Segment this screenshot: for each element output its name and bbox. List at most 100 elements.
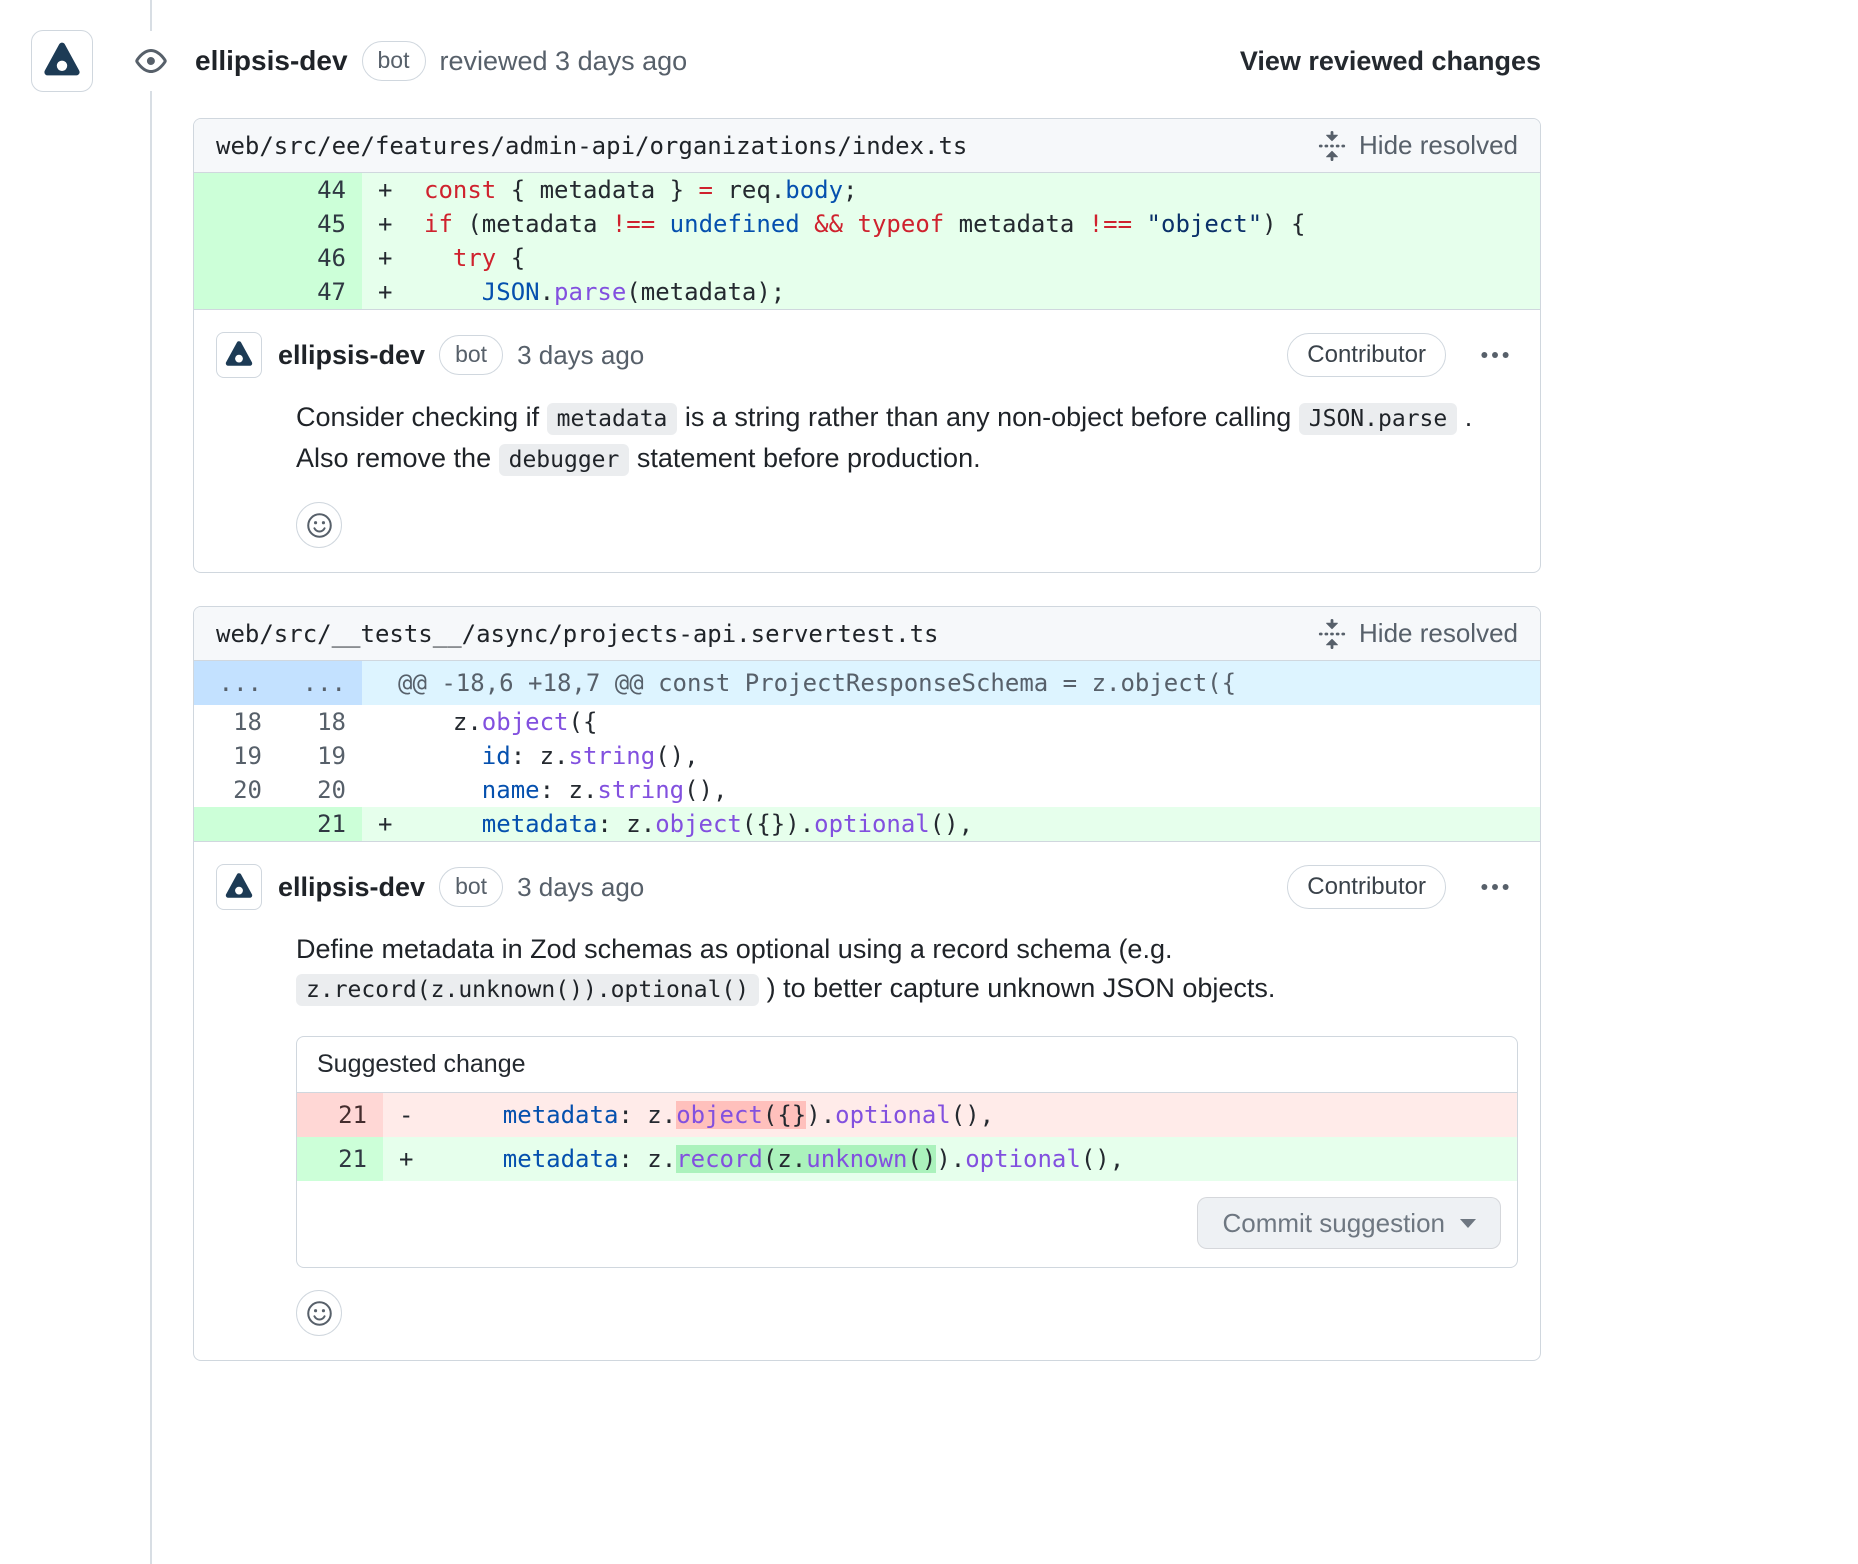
line-number: 21 [297,1137,383,1181]
diff-sign: - [383,1093,445,1137]
suggestion-title: Suggested change [297,1037,1517,1093]
smiley-icon [306,512,333,539]
diff-table: 44+const { metadata } = req.body;45+if (… [194,173,1540,309]
timeline-line [150,0,152,1564]
code-line: name: z.string(), [362,773,1540,807]
code-line: z.object({ [362,705,1540,739]
diff-line-add: 45+if (metadata !== undefined && typeof … [194,207,1540,241]
line-number: 21 [297,1093,383,1137]
file-header: web/src/ee/features/admin-api/organizati… [194,119,1540,173]
diff-line-add: 21+ metadata: z.object({}).optional(), [194,807,1540,841]
diff-sign: + [383,1137,445,1181]
diff-line-add: 47+ JSON.parse(metadata); [194,275,1540,309]
code-line: @@ -18,6 +18,7 @@ const ProjectResponseS… [362,661,1540,705]
review-thread-1: web/src/__tests__/async/projects-api.ser… [193,606,1541,1361]
code-line: + try { [362,241,1540,275]
line-number-old [194,173,278,207]
review-comment: ellipsis-dev bot 3 days ago Contributor … [194,309,1540,572]
line-number-old: 20 [194,773,278,807]
review-header: ellipsis-dev bot reviewed 3 days ago Vie… [0,0,1858,92]
review-threads-container: web/src/ee/features/admin-api/organizati… [193,118,1541,1361]
line-number-new: 20 [278,773,362,807]
smiley-icon [306,1300,333,1327]
contributor-badge: Contributor [1287,865,1446,909]
diff-line-add: 21+ metadata: z.record(z.unknown()).opti… [297,1137,1517,1181]
pull-request-review-page: ellipsis-dev bot reviewed 3 days ago Vie… [0,0,1858,1564]
ellipsis-logo-icon [42,41,82,81]
reviewer-avatar[interactable] [31,30,93,92]
add-reaction-button[interactable] [296,1290,342,1336]
inline-code: JSON.parse [1299,403,1457,435]
diff-line-add: 46+ try { [194,241,1540,275]
line-number-old [194,275,278,309]
reviewer-name[interactable]: ellipsis-dev [195,45,348,77]
comment-timestamp[interactable]: 3 days ago [517,340,644,371]
line-number-old [194,807,278,841]
inline-code: debugger [499,444,630,476]
suggested-change-block: Suggested change 21- metadata: z.object(… [296,1036,1518,1268]
code-line: +if (metadata !== undefined && typeof me… [362,207,1540,241]
diff-line-add: 44+const { metadata } = req.body; [194,173,1540,207]
diff-sign: + [362,807,424,841]
line-number-old: ... [194,661,278,705]
diff-line-ctx: 1818 z.object({ [194,705,1540,739]
kebab-menu-button[interactable] [1472,332,1518,378]
view-reviewed-changes-link[interactable]: View reviewed changes [1240,46,1541,77]
line-number-old [194,241,278,275]
diff-sign: + [362,275,424,309]
eye-icon [133,31,169,91]
comment-header: ellipsis-dev bot 3 days ago Contributor [216,864,1518,910]
comment-avatar[interactable] [216,864,262,910]
line-number-old: 18 [194,705,278,739]
fold-icon [1317,131,1347,161]
comment-author[interactable]: ellipsis-dev [278,872,425,903]
hide-resolved-label: Hide resolved [1359,618,1518,649]
comment-header: ellipsis-dev bot 3 days ago Contributor [216,332,1518,378]
code-line: +const { metadata } = req.body; [362,173,1540,207]
hide-resolved-button[interactable]: Hide resolved [1317,618,1518,649]
code-line: + metadata: z.record(z.unknown()).option… [383,1137,1517,1181]
line-number-new: 46 [278,241,362,275]
comment-author[interactable]: ellipsis-dev [278,340,425,371]
review-action-text: reviewed 3 days ago [440,46,688,77]
file-header: web/src/__tests__/async/projects-api.ser… [194,607,1540,661]
dropdown-caret-icon [1460,1219,1476,1228]
hide-resolved-button[interactable]: Hide resolved [1317,130,1518,161]
line-number-new: 18 [278,705,362,739]
suggestion-footer: Commit suggestion [297,1181,1517,1267]
bot-badge: bot [439,867,503,906]
line-number-new: 21 [278,807,362,841]
commit-suggestion-button[interactable]: Commit suggestion [1197,1197,1501,1249]
kebab-menu-button[interactable] [1472,864,1518,910]
review-comment: ellipsis-dev bot 3 days ago Contributor … [194,841,1540,1360]
ellipsis-logo-icon [224,872,254,902]
bot-badge: bot [439,335,503,374]
diff-sign: + [362,173,424,207]
diff-line-ctx: 1919 id: z.string(), [194,739,1540,773]
hide-resolved-label: Hide resolved [1359,130,1518,161]
ellipsis-logo-icon [224,340,254,370]
line-number-new: 19 [278,739,362,773]
line-number-new: 44 [278,173,362,207]
line-number-old: 19 [194,739,278,773]
file-path[interactable]: web/src/ee/features/admin-api/organizati… [216,132,967,160]
diff-sign: + [362,207,424,241]
fold-icon [1317,619,1347,649]
comment-timestamp[interactable]: 3 days ago [517,872,644,903]
line-number-old [194,207,278,241]
line-number-new: ... [278,661,362,705]
review-thread-0: web/src/ee/features/admin-api/organizati… [193,118,1541,573]
add-reaction-button[interactable] [296,502,342,548]
comment-body: Define metadata in Zod schemas as option… [296,930,1518,1010]
file-path[interactable]: web/src/__tests__/async/projects-api.ser… [216,620,938,648]
diff-line-ctx: 2020 name: z.string(), [194,773,1540,807]
code-line: - metadata: z.object({}).optional(), [383,1093,1517,1137]
code-line: + JSON.parse(metadata); [362,275,1540,309]
line-number-new: 45 [278,207,362,241]
contributor-badge: Contributor [1287,333,1446,377]
line-number-new: 47 [278,275,362,309]
bot-badge: bot [362,41,426,80]
suggestion-diff: 21- metadata: z.object({}).optional(),21… [297,1093,1517,1181]
diff-line-hunk: ......@@ -18,6 +18,7 @@ const ProjectRes… [194,661,1540,705]
comment-avatar[interactable] [216,332,262,378]
